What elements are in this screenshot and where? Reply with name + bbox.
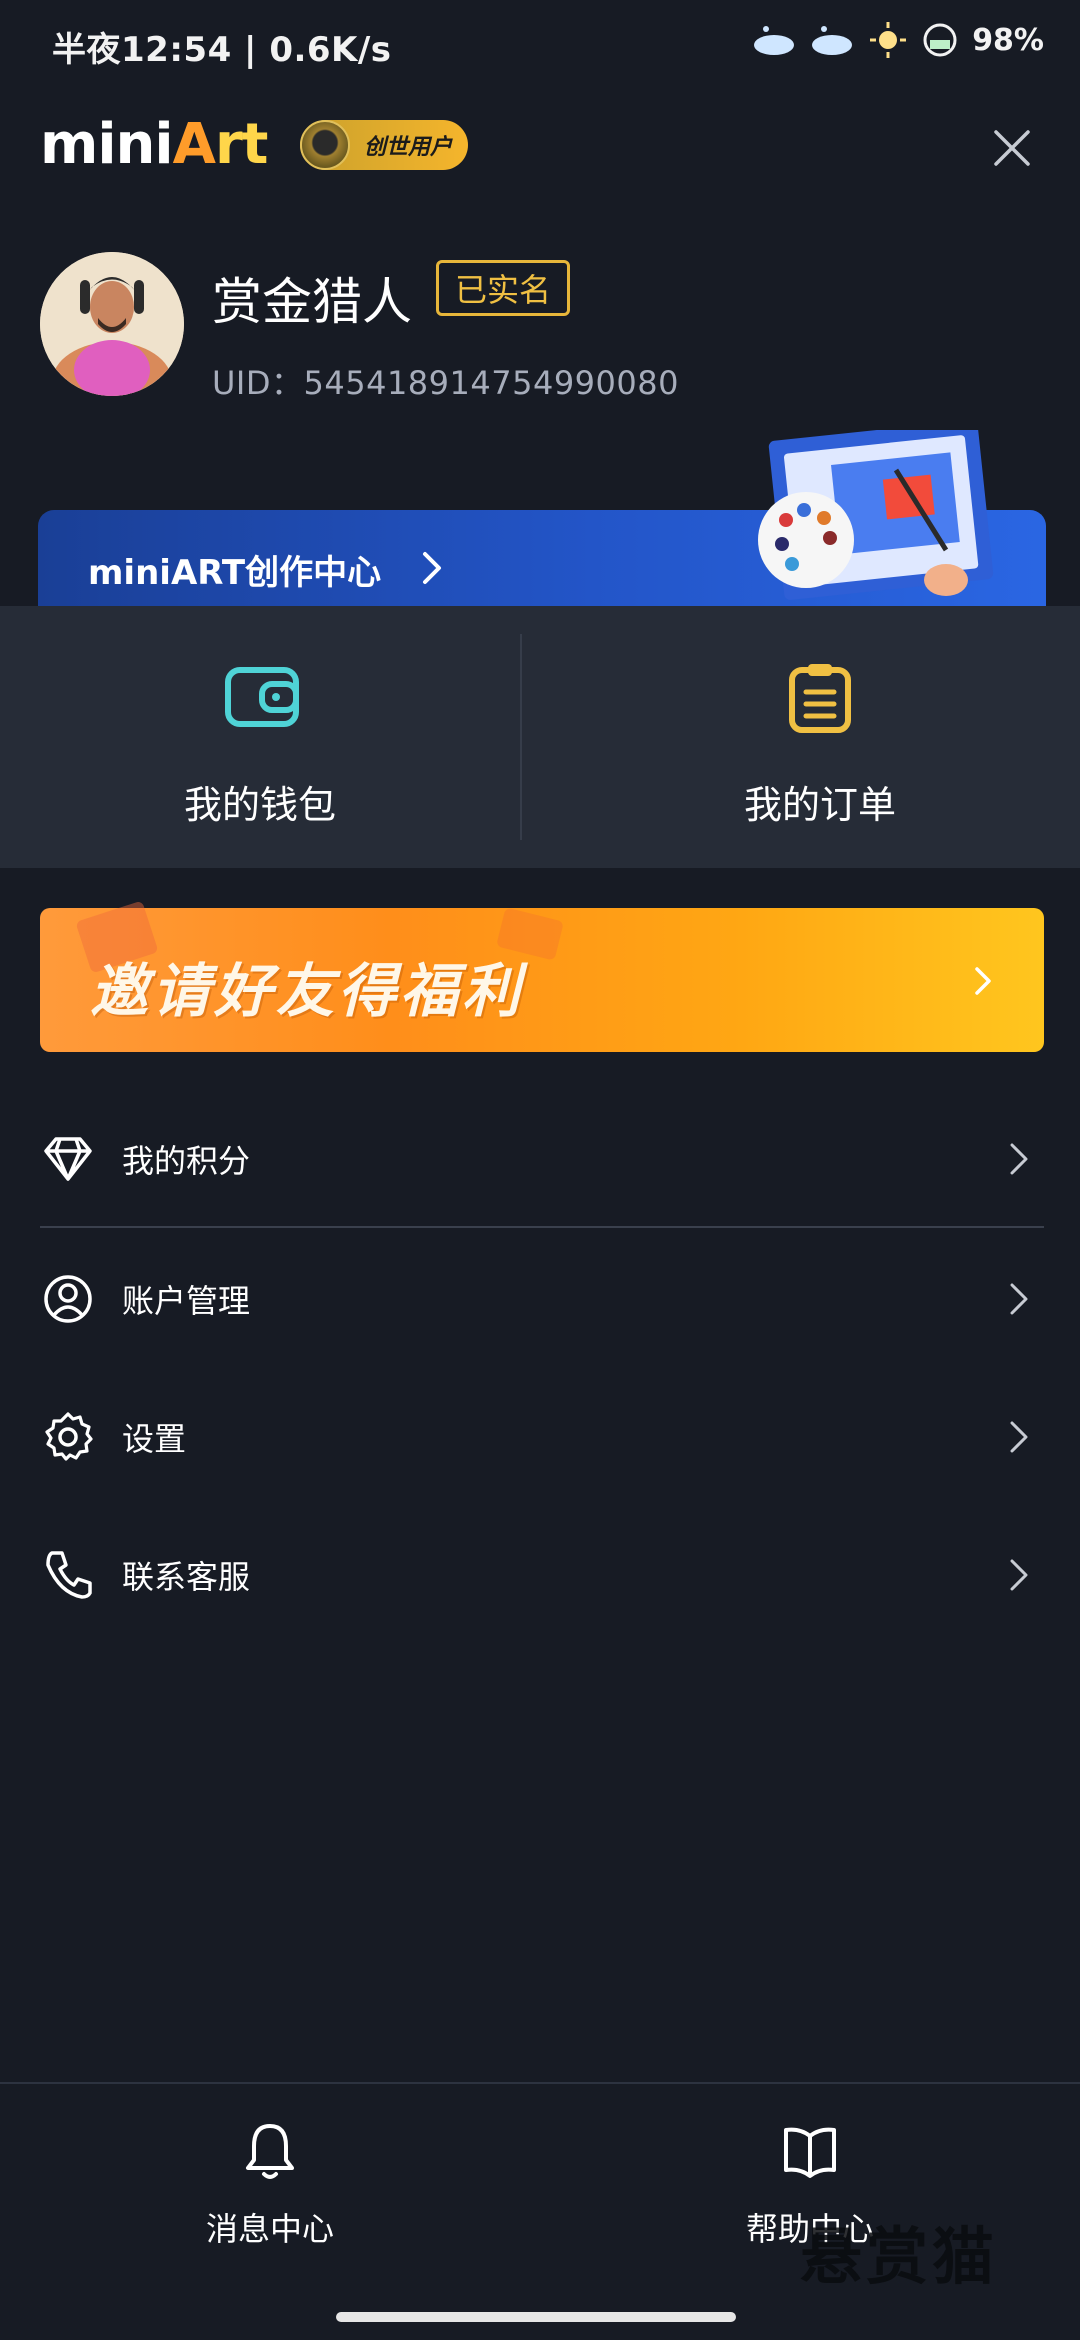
- account-icon: [44, 1275, 92, 1323]
- invite-friends-label: 邀请好友得福利: [90, 957, 525, 1025]
- chevron-right-icon: [1010, 1143, 1028, 1175]
- logo-mini-text: mini: [40, 112, 174, 177]
- menu-item-label: 账户管理: [122, 1282, 251, 1320]
- wallet-icon: [225, 667, 299, 727]
- chevron-right-icon: [975, 967, 991, 995]
- menu-item-account[interactable]: 账户管理: [40, 1244, 1044, 1354]
- avatar[interactable]: [40, 252, 184, 396]
- chevron-right-icon: [1010, 1559, 1028, 1591]
- menu-item-contact-support[interactable]: 联系客服: [40, 1520, 1044, 1630]
- user-uid: UID：545418914754990080: [212, 364, 679, 402]
- avatar-image: [40, 252, 184, 396]
- palette-illustration: [758, 430, 994, 600]
- menu-item-settings[interactable]: 设置: [40, 1382, 1044, 1492]
- logo-rt-text: rt: [214, 112, 268, 177]
- menu-item-label: 设置: [122, 1420, 187, 1458]
- watermark: 悬赏猫: [800, 2220, 999, 2293]
- app-logo: mini Art: [40, 112, 268, 177]
- menu-divider: [40, 1226, 1044, 1228]
- verified-badge: 已实名: [436, 260, 571, 316]
- chevron-right-icon: [1010, 1283, 1028, 1315]
- menu-item-points[interactable]: 我的积分: [40, 1104, 1044, 1214]
- bell-icon: [246, 2124, 294, 2179]
- orders-label: 我的订单: [743, 783, 896, 827]
- status-icons: 98%: [752, 20, 1044, 60]
- weather-icon-2: [812, 26, 853, 55]
- username: 赏金猎人: [212, 273, 412, 331]
- battery-icon: [923, 23, 957, 57]
- creation-center-label: miniART创作中心: [88, 553, 382, 593]
- bottom-nav-divider: [0, 2082, 1080, 2084]
- chevron-right-icon: [1010, 1421, 1028, 1453]
- order-list-icon: [789, 664, 851, 733]
- close-button[interactable]: [984, 120, 1040, 176]
- menu-item-label: 我的积分: [122, 1142, 251, 1180]
- book-icon: [784, 2127, 836, 2178]
- diamond-icon: [44, 1137, 92, 1181]
- battery-percent: 98%: [972, 22, 1044, 58]
- nav-messages[interactable]: 消息中心: [0, 2120, 540, 2250]
- nav-messages-label: 消息中心: [205, 2210, 334, 2248]
- medal-icon: [300, 120, 350, 170]
- menu-item-label: 联系客服: [122, 1558, 251, 1596]
- creator-badge: 创世用户: [300, 120, 468, 170]
- creator-badge-label: 创世用户: [364, 135, 453, 160]
- logo-a-text: A: [172, 112, 216, 177]
- status-time: 半夜12:54 | 0.6K/s: [52, 30, 392, 70]
- close-icon: [994, 130, 1030, 166]
- gear-icon: [45, 1412, 93, 1461]
- wallet-label: 我的钱包: [183, 783, 336, 827]
- phone-icon: [46, 1551, 92, 1599]
- home-indicator[interactable]: [336, 2312, 736, 2322]
- sun-icon: [870, 22, 907, 58]
- chevron-right-icon: [423, 552, 441, 584]
- weather-icon: [754, 26, 795, 55]
